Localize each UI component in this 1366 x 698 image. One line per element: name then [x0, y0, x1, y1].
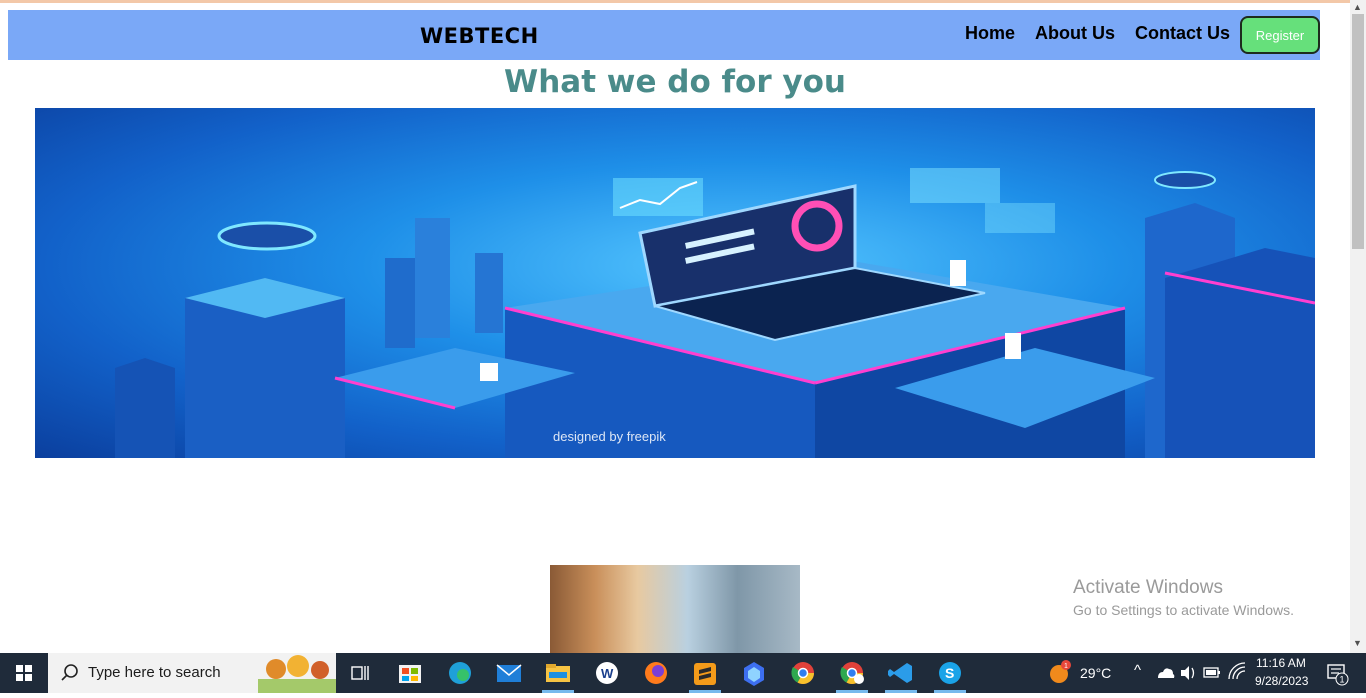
vs-code-icon[interactable]: [877, 653, 925, 693]
brand-logo[interactable]: WEBTECH: [420, 24, 539, 48]
browser-viewport: WEBTECH Home About Us Contact Us Registe…: [0, 0, 1366, 653]
scroll-down-arrow-icon[interactable]: ▼: [1353, 638, 1362, 648]
freepik-watermark: designed by freepik: [553, 429, 666, 444]
tower-3: [475, 253, 503, 333]
clock-date[interactable]: 9/28/2023: [1255, 674, 1308, 688]
hero-illustration: designed by freepik: [115, 168, 1315, 458]
scroll-up-arrow-icon[interactable]: ▲: [1353, 2, 1362, 12]
clock-time[interactable]: 11:16 AM: [1256, 656, 1306, 670]
firefox-icon[interactable]: [632, 653, 680, 693]
shield-right: [1154, 171, 1216, 189]
start-button[interactable]: [0, 653, 48, 693]
nav-home-link[interactable]: Home: [965, 23, 1015, 44]
photos-app-icon[interactable]: [730, 653, 778, 693]
register-button[interactable]: Register: [1240, 16, 1320, 54]
chrome-profile-icon[interactable]: [828, 653, 876, 693]
nav-contact-link[interactable]: Contact Us: [1135, 23, 1230, 44]
sublime-text-icon[interactable]: [681, 653, 729, 693]
weather-badge: 1: [1064, 663, 1068, 670]
weather-temperature[interactable]: 29°C: [1080, 665, 1111, 681]
page-top-border: [0, 0, 1366, 3]
floating-panel: [985, 203, 1055, 233]
volume-icon[interactable]: [1177, 653, 1199, 693]
svg-text:S: S: [945, 665, 954, 681]
navbar: WEBTECH Home About Us Contact Us Registe…: [8, 10, 1320, 60]
windows-logo-icon: [16, 665, 32, 681]
edge-icon[interactable]: [436, 653, 484, 693]
building-right: [1165, 248, 1315, 458]
tower-2: [385, 258, 415, 348]
skype-icon[interactable]: S: [926, 653, 974, 693]
wifi-icon[interactable]: [1226, 653, 1248, 693]
person-figure: [480, 363, 498, 381]
task-view-icon[interactable]: [336, 653, 384, 693]
autumn-trees-icon: [258, 655, 336, 693]
notification-count: 1: [1340, 675, 1345, 685]
taskbar-search[interactable]: Type here to search: [48, 653, 336, 693]
person-figure: [1005, 333, 1021, 359]
taskbar: Type here to search W S 1 29°C ^ 11:16 A…: [0, 653, 1366, 693]
onedrive-cloud-icon[interactable]: [1154, 653, 1176, 693]
svg-text:W: W: [601, 666, 614, 681]
chrome-icon[interactable]: [779, 653, 827, 693]
file-explorer-icon[interactable]: [534, 653, 582, 693]
building-small: [115, 358, 175, 458]
activate-windows-watermark: Activate Windows Go to Settings to activ…: [1073, 577, 1294, 618]
weather-icon[interactable]: 1: [1046, 653, 1072, 693]
content-image: [550, 565, 800, 653]
nav-about-link[interactable]: About Us: [1035, 23, 1115, 44]
tray-overflow-chevron-icon[interactable]: ^: [1134, 662, 1141, 679]
word-app-icon[interactable]: W: [583, 653, 631, 693]
scrollbar-thumb[interactable]: [1352, 14, 1364, 249]
notification-center-icon[interactable]: 1: [1322, 653, 1352, 693]
activate-subtitle: Go to Settings to activate Windows.: [1073, 602, 1294, 618]
mail-icon[interactable]: [485, 653, 533, 693]
section-heading: What we do for you: [504, 64, 846, 100]
floating-panel: [910, 168, 1000, 203]
person-figure: [950, 260, 966, 286]
battery-icon[interactable]: [1201, 653, 1223, 693]
activate-title: Activate Windows: [1073, 577, 1223, 598]
search-placeholder: Type here to search: [88, 664, 221, 681]
tower-1: [415, 218, 450, 338]
shield-left: [217, 221, 317, 251]
microsoft-store-icon[interactable]: [386, 653, 434, 693]
hero-image: designed by freepik: [35, 108, 1315, 458]
